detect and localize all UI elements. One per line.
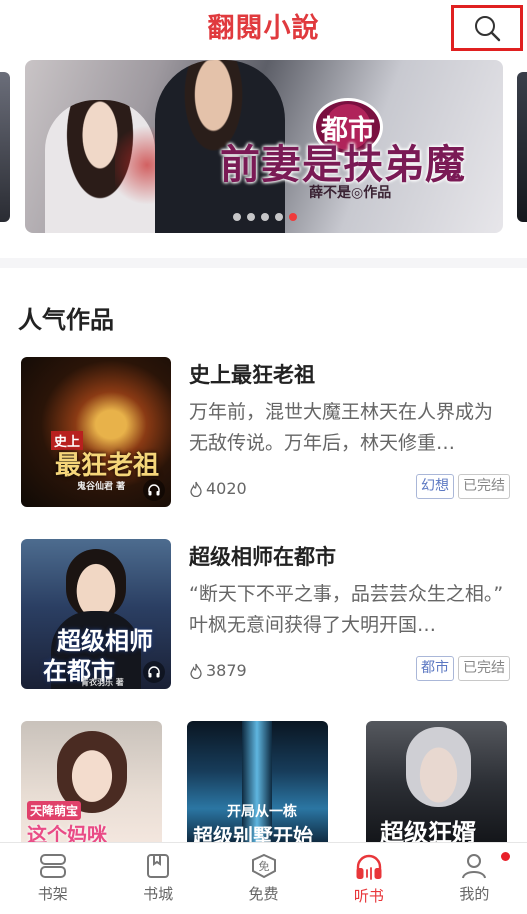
cover-author-text: 鬼谷仙君 著 — [77, 482, 126, 492]
banner-prev-slide[interactable] — [0, 72, 10, 222]
nav-label: 听书 — [353, 887, 384, 905]
bottom-nav: 书架 书城 免 免费 听书 我的 — [0, 842, 527, 914]
nav-bookstore[interactable]: 书城 — [105, 843, 210, 914]
headphones-icon — [148, 666, 160, 678]
carousel-dot[interactable] — [261, 213, 269, 221]
carousel-dot-active[interactable] — [289, 213, 297, 221]
profile-icon — [462, 854, 487, 879]
search-button[interactable] — [451, 5, 523, 51]
section-divider — [0, 258, 527, 268]
bookshelf-icon — [39, 854, 66, 878]
popularity-count: 3879 — [206, 661, 247, 680]
book-tags: 幻想 已完结 — [416, 474, 510, 499]
headphones-icon — [356, 854, 382, 880]
book-grid-cover[interactable]: 超级狂婿 — [366, 721, 507, 846]
book-popularity: 4020 — [189, 479, 247, 498]
book-cover[interactable]: 史上 最狂老祖 鬼谷仙君 著 — [21, 357, 171, 507]
nav-label: 书城 — [143, 885, 174, 903]
nav-bookshelf[interactable]: 书架 — [0, 843, 105, 914]
banner-carousel: 都市 前妻是扶弟魔 薛不是◎作品 — [0, 60, 527, 236]
notification-dot — [501, 852, 511, 861]
nav-audiobooks[interactable]: 听书 — [316, 843, 421, 914]
nav-profile[interactable]: 我的 — [422, 843, 527, 914]
app-title: 翻閱小說 — [207, 13, 320, 44]
svg-text:免: 免 — [258, 859, 269, 873]
carousel-dot[interactable] — [247, 213, 255, 221]
cover-author-text: 青衣羽乐 著 — [81, 677, 124, 687]
section-title: 人气作品 — [18, 306, 114, 334]
nav-free[interactable]: 免 免费 — [211, 843, 316, 914]
book-title[interactable]: 史上最狂老祖 — [189, 359, 315, 389]
popularity-count: 4020 — [206, 479, 247, 498]
banner-slide[interactable]: 都市 前妻是扶弟魔 薛不是◎作品 — [25, 60, 503, 233]
cover-character — [66, 549, 126, 619]
banner-author: 薛不是◎作品 — [309, 185, 392, 201]
headphones-icon — [148, 484, 160, 496]
audio-badge — [143, 479, 165, 501]
carousel-dot[interactable] — [233, 213, 241, 221]
free-icon: 免 — [251, 853, 276, 879]
audio-badge — [143, 661, 165, 683]
cover-top-text: 天降萌宝 — [27, 801, 82, 820]
book-description: “断天下不平之事，品芸芸众生之相。” 叶枫无意间获得了大明开国… — [189, 583, 504, 636]
carousel-dots — [233, 213, 297, 221]
nav-label: 我的 — [459, 885, 490, 903]
status-tag: 已完结 — [458, 656, 510, 681]
status-tag: 已完结 — [458, 474, 510, 499]
nav-label: 免费 — [248, 885, 279, 903]
banner-next-slide[interactable] — [517, 72, 527, 222]
book-grid-cover[interactable]: 天降萌宝 这个妈咪 — [21, 721, 162, 846]
book-description: 万年前，混世大魔王林天在人界成为无敌传说。万年后，林天修重… — [189, 401, 494, 454]
genre-tag[interactable]: 都市 — [416, 656, 454, 681]
cover-title-text: 最狂老祖 — [55, 451, 160, 481]
book-tags: 都市 已完结 — [416, 656, 510, 681]
book-list-item[interactable]: 超级相师 在都市 青衣羽乐 著 超级相师在都市 “断天下不平之事，品芸芸众生之相… — [21, 539, 516, 689]
genre-tag[interactable]: 幻想 — [416, 474, 454, 499]
flame-icon — [190, 481, 202, 497]
search-icon — [475, 16, 501, 42]
nav-label: 书架 — [37, 885, 68, 903]
bookstore-icon — [147, 854, 170, 878]
book-cover[interactable]: 超级相师 在都市 青衣羽乐 著 — [21, 539, 171, 689]
carousel-dot[interactable] — [275, 213, 283, 221]
book-grid-cover[interactable]: 开局从一栋 超级别墅开始 — [187, 721, 328, 846]
cover-character — [406, 727, 471, 807]
cover-top-text: 开局从一栋 — [227, 804, 297, 820]
flame-icon — [190, 663, 202, 679]
book-title[interactable]: 超级相师在都市 — [189, 541, 336, 571]
book-list-item[interactable]: 史上 最狂老祖 鬼谷仙君 著 史上最狂老祖 万年前，混世大魔王林天在人界成为无敌… — [21, 357, 516, 507]
app-header: 翻閱小說 — [0, 0, 527, 52]
book-popularity: 3879 — [189, 661, 247, 680]
